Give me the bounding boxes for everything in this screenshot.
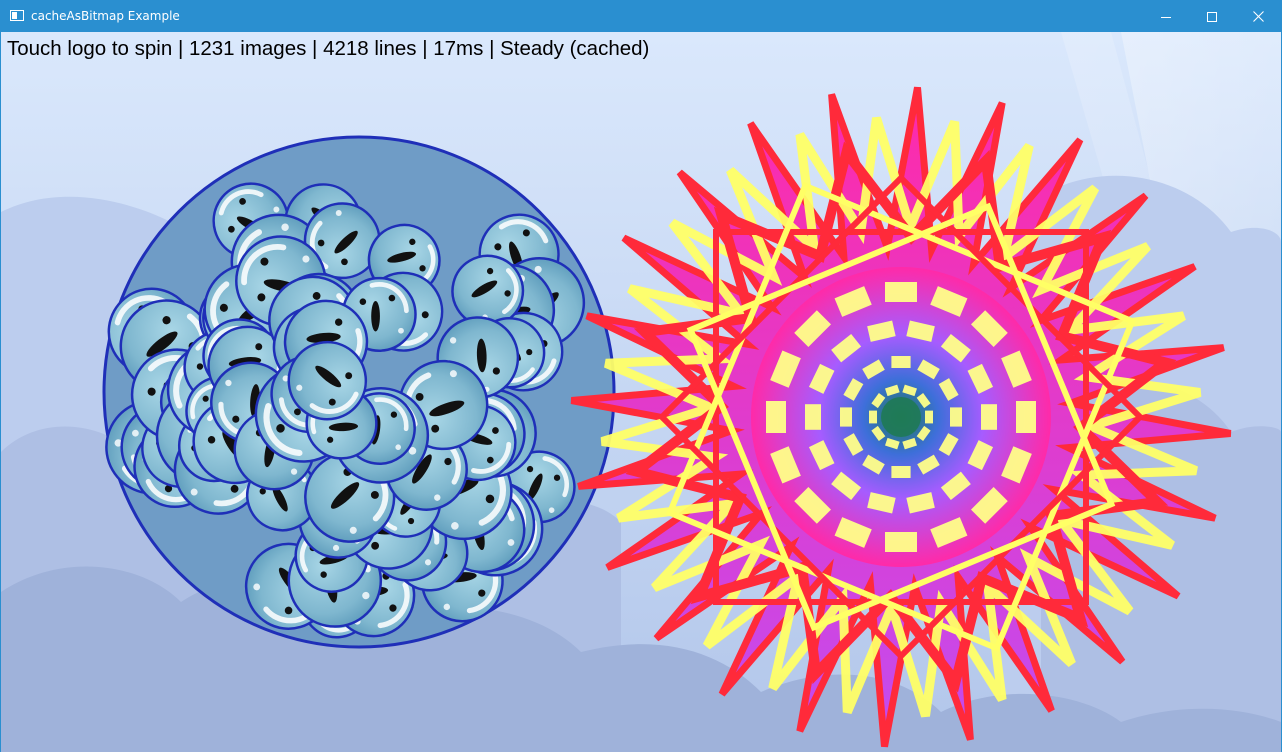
star-ring-tile bbox=[925, 410, 933, 424]
title-bar[interactable]: cacheAsBitmap Example bbox=[1, 1, 1281, 32]
star-center bbox=[881, 397, 921, 437]
scene[interactable] bbox=[1, 32, 1281, 752]
star-ring-tile bbox=[950, 407, 962, 427]
maximize-icon bbox=[1207, 11, 1217, 22]
star-ring-tile bbox=[891, 466, 911, 478]
star-ring-tile bbox=[981, 404, 997, 430]
star-ring-tile bbox=[885, 532, 917, 552]
minimize-button[interactable] bbox=[1143, 1, 1189, 32]
minimize-icon bbox=[1161, 16, 1171, 18]
app-window: cacheAsBitmap Example Touch logo to spin… bbox=[0, 0, 1282, 752]
star-ring-tile bbox=[885, 282, 917, 302]
star-ring-tile bbox=[891, 356, 911, 368]
maximize-button[interactable] bbox=[1189, 1, 1235, 32]
render-canvas[interactable]: Touch logo to spin | 1231 images | 4218 … bbox=[1, 32, 1281, 752]
status-text: Touch logo to spin | 1231 images | 4218 … bbox=[7, 37, 650, 60]
star-ring-tile bbox=[805, 404, 821, 430]
star-ring-tile bbox=[766, 401, 786, 433]
window-title: cacheAsBitmap Example bbox=[31, 9, 180, 23]
star-ring-tile bbox=[1016, 401, 1036, 433]
close-button[interactable] bbox=[1235, 1, 1281, 32]
star-ring-tile bbox=[840, 407, 852, 427]
app-window-icon bbox=[10, 10, 24, 21]
star-ring-tile bbox=[869, 410, 877, 424]
close-icon bbox=[1252, 11, 1264, 22]
